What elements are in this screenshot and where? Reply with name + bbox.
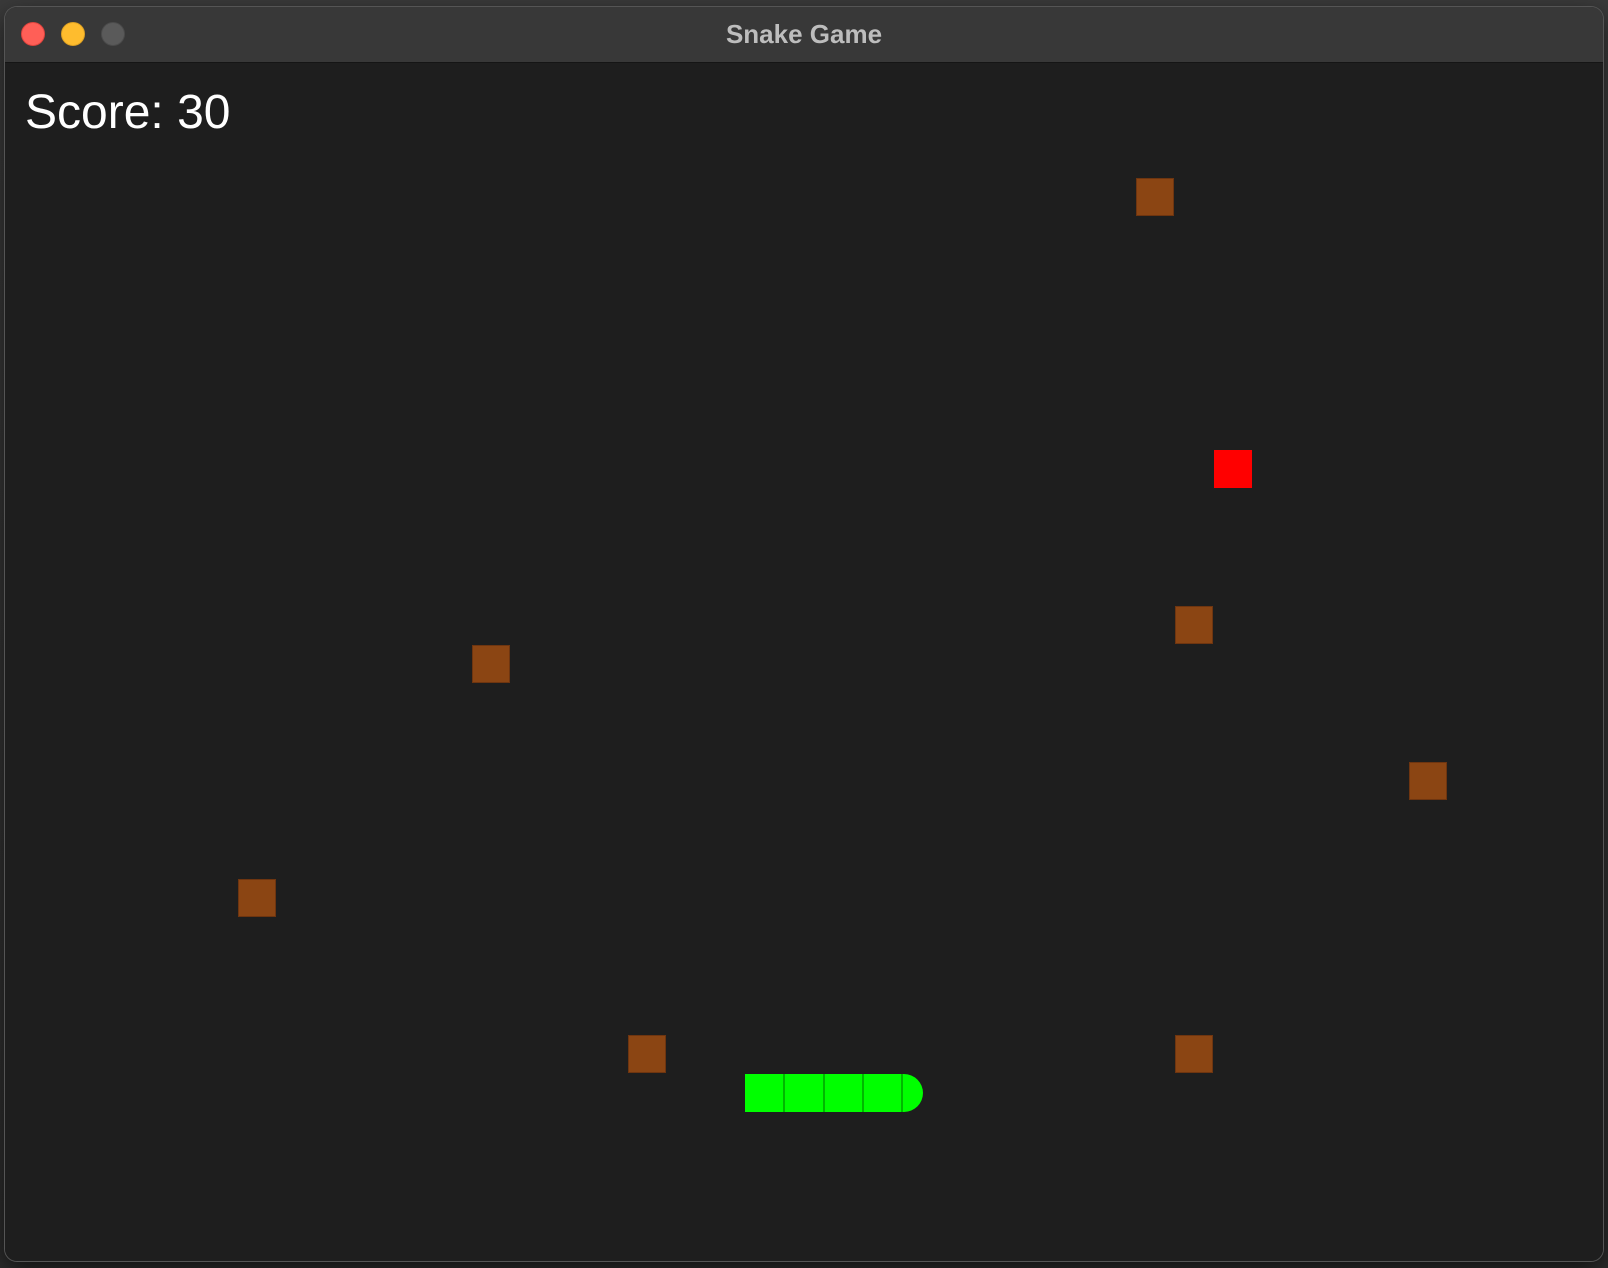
obstacle-block [1136,178,1174,216]
obstacle-block [238,879,276,917]
obstacle-block [472,645,510,683]
title-bar[interactable]: Snake Game [5,7,1603,63]
obstacle-block [1409,762,1447,800]
food-item [1214,450,1252,488]
game-window: Snake Game Score: 30 [5,7,1603,1261]
score-label: Score: 30 [25,86,231,139]
snake-body-segment [785,1074,825,1112]
window-title: Snake Game [725,19,883,49]
obstacle-block [1175,606,1213,644]
game-board[interactable]: Score: 30 [5,63,1603,1261]
snake-body-segment [745,1074,785,1112]
snake-head [903,1074,923,1112]
snake-body-segment [864,1074,903,1112]
snake-body-segment [825,1074,864,1112]
obstacle-block [628,1035,666,1073]
obstacle-block [1175,1035,1213,1073]
